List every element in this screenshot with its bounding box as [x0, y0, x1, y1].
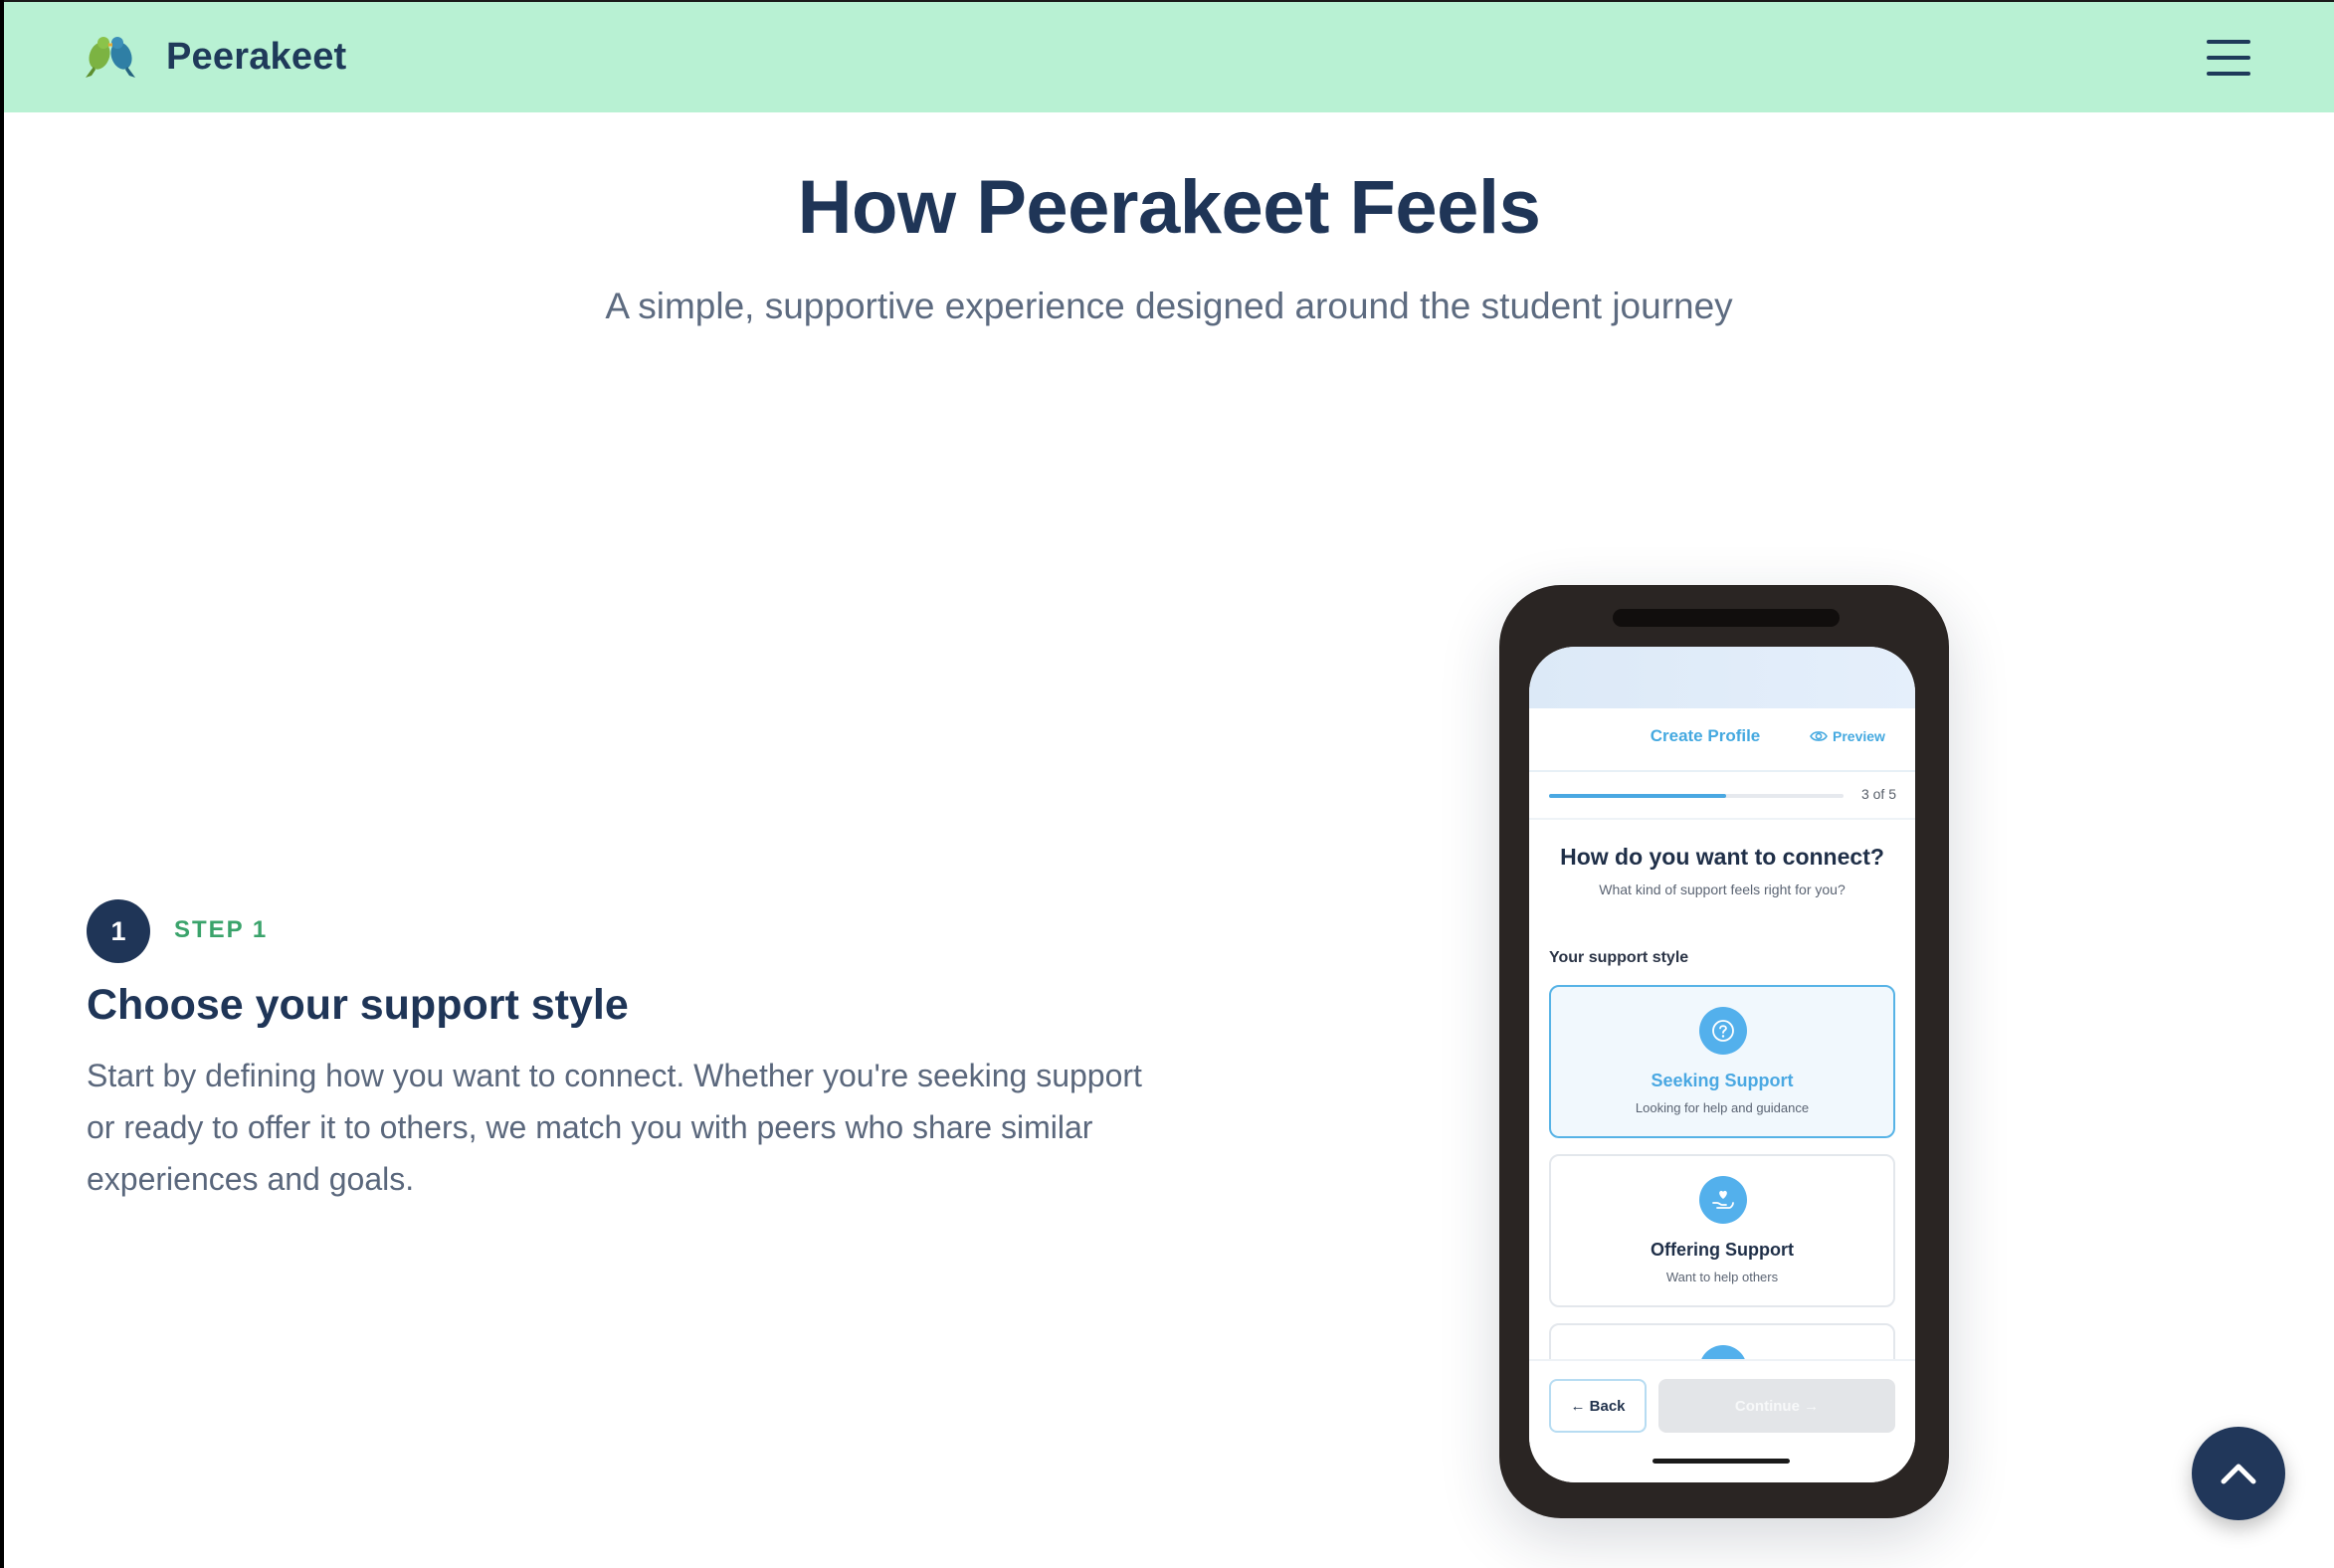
- step-title: Choose your support style: [87, 981, 629, 1029]
- progress-bar: [1549, 794, 1844, 798]
- step-label: STEP 1: [174, 916, 269, 943]
- option-title: Seeking Support: [1651, 1071, 1794, 1090]
- option-subtitle: Want to help others: [1665, 1270, 1779, 1284]
- option-seeking-support[interactable]: Seeking Support Looking for help and gui…: [1549, 985, 1895, 1138]
- step-description: Start by defining how you want to connec…: [87, 1058, 1142, 1197]
- parakeet-logo-icon[interactable]: [80, 34, 141, 80]
- question-title: How do you want to connect?: [1560, 844, 1884, 870]
- step-number-badge: 1: [87, 899, 150, 963]
- page-subtitle: A simple, supportive experience designed…: [605, 286, 1733, 326]
- question-subtitle: What kind of support feels right for you…: [1599, 882, 1846, 897]
- phone-footer: ← Back Continue →: [1529, 1359, 1915, 1482]
- chevron-up-icon: [2221, 1464, 2256, 1484]
- phone-screen: Create Profile Preview 3 of 5 How do you…: [1529, 647, 1915, 1482]
- progress-fill: [1549, 794, 1726, 798]
- status-area: [1529, 647, 1915, 708]
- heart-hand-icon: [1699, 1176, 1747, 1224]
- phone-speaker: [1613, 609, 1840, 627]
- page: Peerakeet How Peerakeet Feels A simple, …: [4, 0, 2334, 1568]
- preview-button[interactable]: Preview: [1810, 728, 1885, 744]
- question-circle-icon: [1699, 1007, 1747, 1055]
- brand-name[interactable]: Peerakeet: [166, 36, 346, 79]
- option-offering-support[interactable]: Offering Support Want to help others: [1549, 1154, 1895, 1307]
- divider: [1529, 818, 1915, 820]
- eye-icon: [1810, 731, 1828, 741]
- phone-mockup: Create Profile Preview 3 of 5 How do you…: [1499, 585, 1949, 1518]
- section-label: Your support style: [1549, 949, 1689, 966]
- site-header: Peerakeet: [4, 0, 2334, 112]
- page-title: How Peerakeet Feels: [797, 165, 1541, 250]
- progress-text: 3 of 5: [1860, 786, 1896, 802]
- scroll-to-top-button[interactable]: [2192, 1427, 2285, 1520]
- app-header: Create Profile Preview: [1529, 708, 1915, 772]
- back-button[interactable]: ← Back: [1549, 1379, 1647, 1433]
- home-indicator: [1653, 1459, 1790, 1464]
- hamburger-menu-icon[interactable]: [2207, 40, 2250, 76]
- continue-button[interactable]: Continue →: [1658, 1379, 1895, 1433]
- option-subtitle: Looking for help and guidance: [1635, 1100, 1810, 1115]
- option-title: Offering Support: [1651, 1240, 1794, 1260]
- preview-label: Preview: [1833, 728, 1885, 744]
